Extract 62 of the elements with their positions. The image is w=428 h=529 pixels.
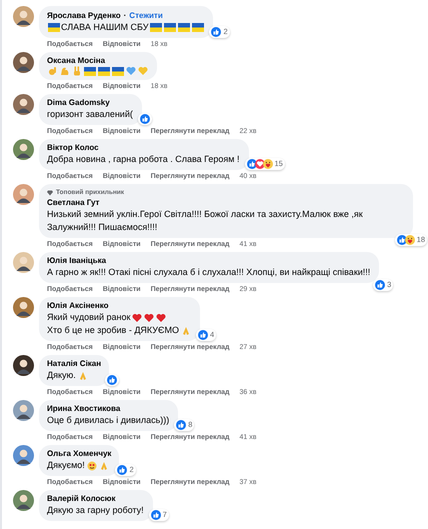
author-name: Оксана Мосіна — [47, 56, 106, 66]
smiley-icon — [262, 159, 272, 169]
smiley-icon — [404, 235, 415, 245]
avatar[interactable] — [13, 445, 34, 466]
flag-icon — [192, 23, 204, 32]
author-name: Светлана Гут — [47, 198, 100, 208]
avatar[interactable] — [13, 355, 34, 376]
follow-link[interactable]: Стежити — [129, 10, 163, 21]
reaction-summary[interactable] — [138, 113, 152, 125]
avatar[interactable] — [13, 139, 34, 160]
author-name: Юлія Аксіненко — [47, 301, 108, 311]
author-name: Юлія Іваніцька — [47, 256, 106, 266]
smiley-icon — [86, 460, 97, 470]
author-name: Ирина Хвостикова — [47, 404, 120, 414]
avatar[interactable] — [13, 400, 34, 421]
avatar[interactable] — [13, 6, 34, 27]
author-name: Ольга Хоменчук — [47, 449, 112, 459]
like-icon — [150, 510, 161, 520]
author-name: Валерій Колосюк — [47, 494, 116, 504]
flag-icon — [98, 66, 110, 76]
comment-text: Який чудовий ранок — [47, 311, 130, 324]
like-icon — [375, 280, 386, 290]
like-icon — [198, 330, 208, 340]
heart-icon — [156, 312, 166, 322]
flag-icon — [164, 23, 176, 32]
avatar[interactable] — [13, 297, 34, 318]
comment-text: СЛАВА НАШИМ СБУ — [61, 21, 148, 34]
like-icon — [176, 420, 186, 430]
avatar[interactable] — [13, 52, 34, 73]
author-name: Ярослава Руденко — [47, 10, 121, 20]
separator-dot: · — [124, 11, 126, 20]
like-icon — [396, 235, 407, 245]
avatar[interactable] — [13, 252, 34, 273]
heart-icon — [254, 159, 264, 169]
flag-icon — [84, 66, 96, 76]
flag-icon — [112, 66, 124, 76]
comment-text: Дякую за гарну роботу! — [47, 504, 144, 517]
comment-text: Оце б дивилась і дивилась))) — [47, 414, 170, 427]
flag-icon — [178, 23, 190, 32]
like-icon — [140, 114, 150, 124]
like-icon — [117, 465, 128, 475]
comment-text: Хто б це не зробив - ДЯКУЄМО — [47, 324, 179, 337]
comment-text: Дякую. — [47, 369, 76, 382]
avatar[interactable] — [13, 94, 34, 115]
author-name: Dima Gadomsky — [47, 98, 110, 108]
like-icon — [211, 27, 222, 37]
comment-text: Низький земний уклін.Герої Світла!!!! Божої ласки та захисту.Малюк вже ,як Залужний!!! Пишаємося!!!! — [47, 208, 364, 234]
heart-icon — [144, 312, 154, 322]
diamond-icon — [47, 190, 53, 196]
comment-text: Добра новина , гарна робота . Слава Героям ! — [47, 153, 240, 166]
heart-icon — [132, 312, 142, 322]
like-icon — [107, 375, 118, 385]
avatar[interactable] — [13, 490, 34, 511]
comment-text: Дякуємо! — [47, 459, 85, 472]
author-name: Віктор Колос — [47, 143, 99, 153]
comment-text: горизонт завалений( — [47, 108, 133, 121]
reaction-summary[interactable] — [105, 374, 120, 386]
flag-icon — [150, 23, 162, 32]
author-name: Наталія Сікан — [47, 359, 102, 369]
flag-icon — [48, 23, 60, 32]
avatar[interactable] — [13, 184, 34, 205]
comment-text: А гарно ж як!!! Отакі пісні слухала б і слухала!!! Хлопці, ви найкращі співаки!!! — [47, 266, 370, 279]
